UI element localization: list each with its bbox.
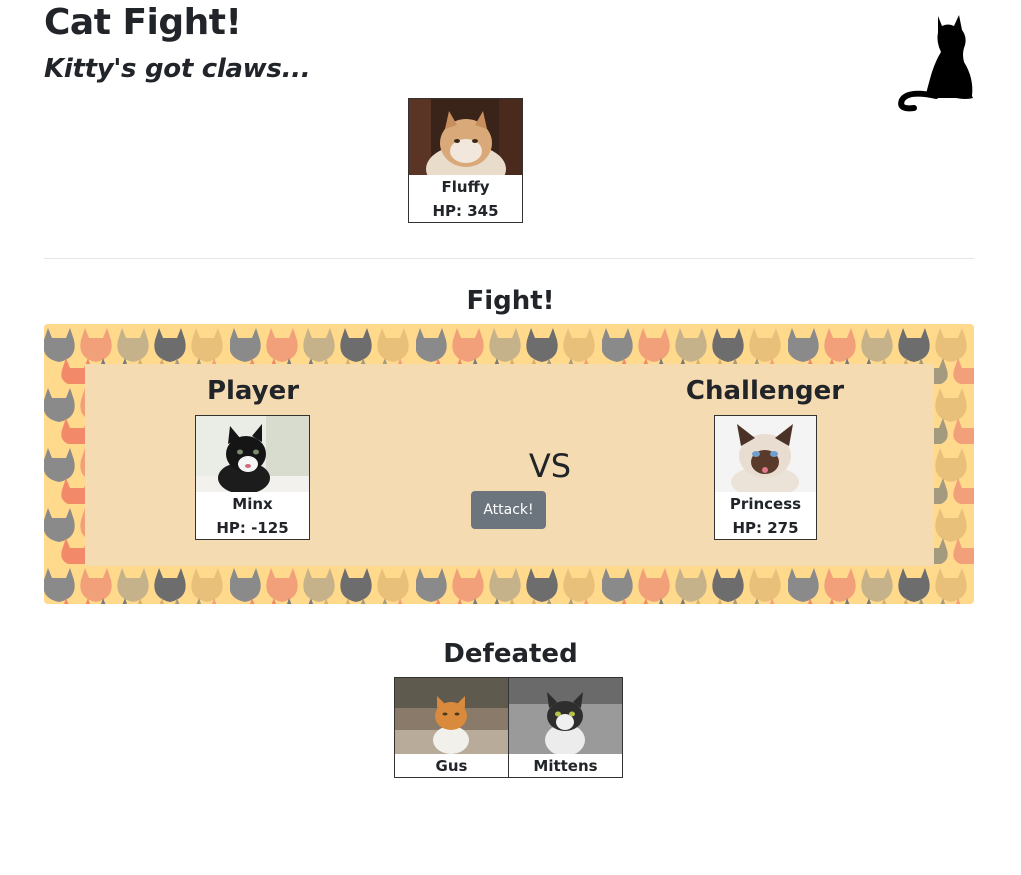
roster-cat-card[interactable]: Fluffy HP: 345 xyxy=(408,98,523,223)
defeated-cat-card: Mittens xyxy=(508,677,623,778)
page-title: Cat Fight! xyxy=(44,2,242,43)
cat-name: Mittens xyxy=(533,757,598,775)
cat-name: Princess xyxy=(729,495,802,513)
cat-photo xyxy=(196,416,309,492)
section-divider xyxy=(44,258,974,259)
vs-label: VS xyxy=(528,447,572,485)
cat-name: Minx xyxy=(232,495,273,513)
cat-name: Gus xyxy=(435,757,468,775)
cat-name: Fluffy xyxy=(441,178,490,196)
player-cat-card[interactable]: Minx HP: -125 xyxy=(195,415,310,540)
page-subtitle: Kitty's got claws... xyxy=(44,54,311,84)
fight-heading: Fight! xyxy=(466,286,555,316)
cat-photo xyxy=(409,99,522,175)
cat-photo xyxy=(715,416,816,492)
cat-photo xyxy=(509,678,622,754)
attack-button[interactable]: Attack! xyxy=(471,491,546,529)
defeated-cat-card: Gus xyxy=(394,677,509,778)
fight-panel: Player Challenger Minx HP: -125 VS Attac… xyxy=(85,364,934,566)
cat-hp: HP: 275 xyxy=(732,519,799,537)
cat-hp: HP: 345 xyxy=(432,202,499,220)
cat-hp: HP: -125 xyxy=(216,519,289,537)
challenger-label: Challenger xyxy=(685,376,845,406)
cat-photo xyxy=(395,678,508,754)
player-label: Player xyxy=(206,376,300,406)
fight-arena: Player Challenger Minx HP: -125 VS Attac… xyxy=(44,324,974,604)
challenger-cat-card[interactable]: Princess HP: 275 xyxy=(714,415,817,540)
cat-silhouette-icon xyxy=(898,15,973,112)
defeated-heading: Defeated xyxy=(443,639,578,669)
